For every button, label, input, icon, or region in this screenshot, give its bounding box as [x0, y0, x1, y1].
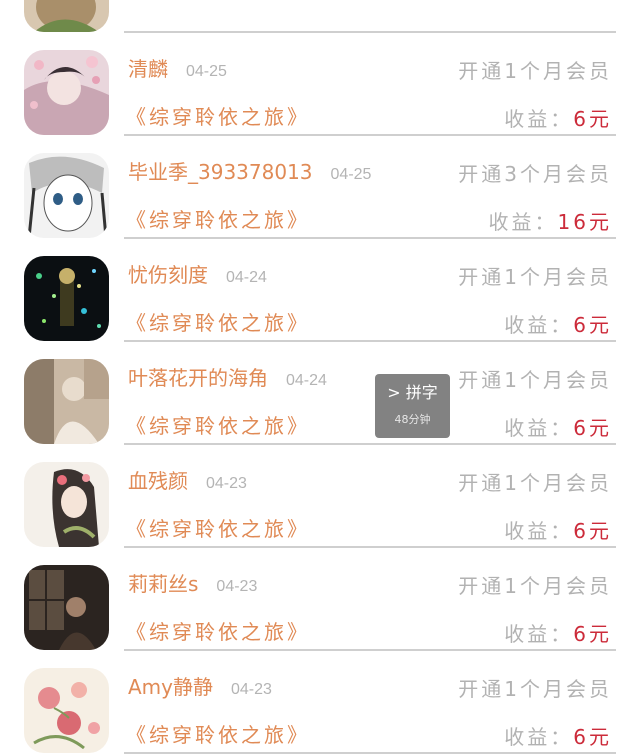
- subscription-date: 04-25: [186, 63, 227, 80]
- list-item[interactable]: 忧伤刻度 04-24 开通1个月会员 《综穿聆依之旅》 收益：6元: [0, 231, 640, 342]
- earnings-list: 清麟 04-25 开通1个月会员 《综穿聆依之旅》 收益：6元 毕业季_39337…: [0, 0, 640, 754]
- book-title[interactable]: 《综穿聆依之旅》: [126, 307, 310, 336]
- list-item[interactable]: 清麟 04-25 开通1个月会员 《综穿聆依之旅》 收益：6元: [0, 25, 640, 136]
- subscription-date: 04-24: [286, 372, 327, 389]
- list-item[interactable]: 莉莉丝s 04-23 开通1个月会员 《综穿聆依之旅》 收益：6元: [0, 540, 640, 651]
- subscription-action: 开通1个月会员: [458, 471, 612, 495]
- earning: 收益：6元: [504, 721, 612, 750]
- avatar[interactable]: [24, 256, 109, 341]
- subscription-action: 开通1个月会员: [458, 265, 612, 289]
- avatar-sepia-photo-icon: [24, 359, 109, 444]
- avatar[interactable]: [24, 50, 109, 135]
- list-item[interactable]: 毕业季_393378013 04-25 开通3个月会员 《综穿聆依之旅》 收益：1…: [0, 128, 640, 239]
- subscription-action: 开通1个月会员: [458, 677, 612, 701]
- toast-title: > 拼字: [375, 383, 450, 403]
- avatar[interactable]: [24, 565, 109, 650]
- book-title[interactable]: 《综穿聆依之旅》: [126, 719, 310, 748]
- toast-subtitle: 48分钟: [394, 413, 431, 426]
- subscription-date: 04-25: [330, 166, 372, 183]
- subscription-action: 开通1个月会员: [458, 59, 612, 83]
- list-item[interactable]: 叶落花开的海角 04-24 开通1个月会员 《综穿聆依之旅》 收益：6元: [0, 334, 640, 445]
- avatar-peony-painting-icon: [24, 668, 109, 753]
- subscriber-name[interactable]: 清麟 04-25: [128, 53, 227, 82]
- subscriber-name[interactable]: Amy静静 04-23: [128, 671, 272, 700]
- subscriber-name[interactable]: 毕业季_393378013 04-25: [128, 156, 371, 185]
- subscription-date: 04-23: [216, 578, 258, 595]
- subscription-action: 开通3个月会员: [458, 162, 612, 186]
- avatar-blossom-girl-icon: [24, 50, 109, 135]
- toast-label: 拼字: [405, 383, 438, 402]
- subscriber-name[interactable]: 血残颜 04-23: [128, 465, 247, 494]
- subscription-date: 04-23: [231, 681, 272, 698]
- subscription-date: 04-24: [226, 269, 267, 286]
- book-title[interactable]: 《综穿聆依之旅》: [126, 410, 310, 439]
- floating-toast[interactable]: > 拼字 48分钟: [375, 374, 450, 438]
- avatar-sparkle-night-icon: [24, 256, 109, 341]
- earning-amount: 6元: [573, 725, 612, 749]
- subscriber-name[interactable]: 忧伤刻度 04-24: [128, 259, 267, 288]
- avatar[interactable]: [24, 359, 109, 444]
- avatar[interactable]: [24, 153, 109, 238]
- book-title[interactable]: 《综穿聆依之旅》: [126, 513, 310, 542]
- avatar[interactable]: [24, 668, 109, 753]
- book-title[interactable]: 《综穿聆依之旅》: [126, 204, 310, 233]
- list-item[interactable]: [0, 0, 640, 33]
- avatar-dark-window-icon: [24, 565, 109, 650]
- chevron-right-icon: >: [387, 383, 401, 402]
- avatar-flower-hair-girl-icon: [24, 462, 109, 547]
- earning-label: 收益：: [504, 725, 574, 749]
- book-title[interactable]: 《综穿聆依之旅》: [126, 101, 310, 130]
- subscriber-name[interactable]: 叶落花开的海角 04-24: [128, 362, 327, 391]
- list-item[interactable]: 血残颜 04-23 开通1个月会员 《综穿聆依之旅》 收益：6元: [0, 437, 640, 548]
- subscription-date: 04-23: [206, 475, 247, 492]
- book-title[interactable]: 《综穿聆依之旅》: [126, 616, 310, 645]
- subscription-action: 开通1个月会员: [458, 574, 612, 598]
- avatar-anime-sketch-icon: [24, 153, 109, 238]
- subscriber-name[interactable]: 莉莉丝s 04-23: [128, 568, 257, 597]
- subscription-action: 开通1个月会员: [458, 368, 612, 392]
- list-item[interactable]: Amy静静 04-23 开通1个月会员 《综穿聆依之旅》 收益：6元: [0, 643, 640, 754]
- avatar[interactable]: [24, 462, 109, 547]
